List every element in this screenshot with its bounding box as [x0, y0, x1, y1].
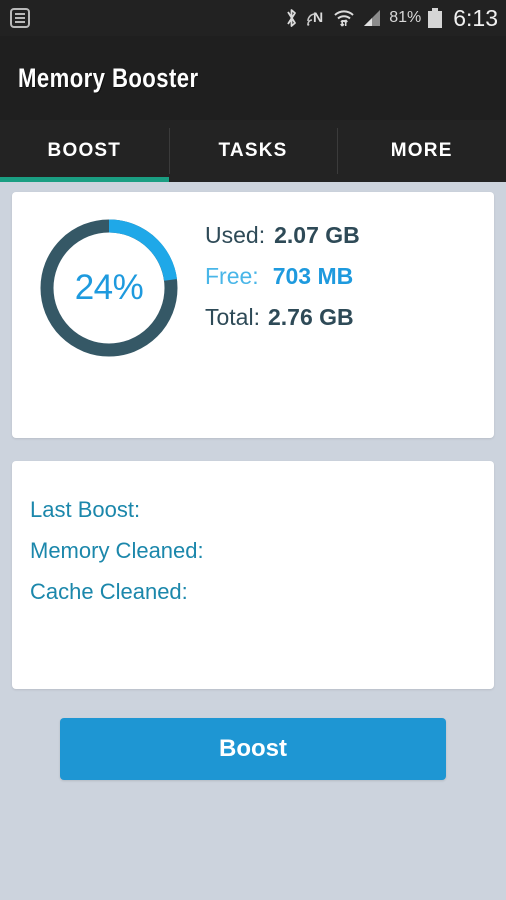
gauge-percent-label: 24% [74, 268, 144, 307]
status-bar-left [0, 8, 30, 28]
stat-row-memory-cleaned: Memory Cleaned: [30, 530, 460, 571]
memory-total-label: Total: [205, 304, 260, 330]
tab-boost-label: BOOST [47, 140, 122, 161]
tab-boost[interactable]: BOOST [0, 120, 169, 182]
memory-cleaned-label: Memory Cleaned: [30, 537, 204, 563]
tab-more[interactable]: MORE [337, 120, 506, 182]
memory-row-used: Used: 2.07 GB [205, 222, 485, 263]
memory-used-value: 2.07 GB [274, 222, 360, 248]
svg-text:N: N [313, 9, 323, 25]
stat-row-last-boost: Last Boost: [30, 489, 460, 530]
memory-total-value: 2.76 GB [267, 304, 354, 330]
cache-cleaned-label: Cache Cleaned: [30, 578, 188, 604]
boost-history-list: Last Boost: Memory Cleaned: Cache Cleane… [30, 489, 460, 612]
boost-button[interactable]: Boost [60, 718, 446, 780]
status-bar-clock: 6:13 [453, 4, 498, 31]
battery-icon [428, 8, 443, 28]
last-boost-label: Last Boost: [30, 496, 141, 522]
nfc-icon: N [307, 9, 323, 26]
memory-row-total: Total: 2.76 GB [205, 304, 485, 345]
bluetooth-icon [287, 9, 297, 27]
memory-free-label: Free: [205, 263, 259, 289]
app-root: N 81% 6:13 Memory Booster BOOST TASKS MO… [0, 0, 506, 900]
tab-bar: BOOST TASKS MORE [0, 120, 506, 182]
status-bar: N 81% 6:13 [0, 0, 506, 36]
memory-row-free: Free: 703 MB [205, 263, 485, 304]
tab-tasks[interactable]: TASKS [168, 120, 338, 182]
memory-stats-list: Used: 2.07 GB Free: 703 MB Total: 2.76 G… [205, 222, 485, 345]
app-header: Memory Booster [0, 36, 506, 120]
stat-row-cache-cleaned: Cache Cleaned: [30, 571, 460, 612]
page-title: Memory Booster [18, 62, 199, 93]
cellular-signal-icon [364, 10, 381, 26]
battery-percent-label: 81% [389, 9, 422, 26]
tab-more-label: MORE [390, 140, 453, 161]
list-notification-icon [10, 8, 30, 28]
status-bar-right: N 81% 6:13 [284, 5, 506, 32]
memory-free-value: 703 MB [272, 263, 354, 289]
memory-usage-gauge: 24% [34, 213, 184, 363]
memory-used-label: Used: [205, 222, 266, 248]
tab-active-indicator [0, 177, 169, 182]
tab-tasks-label: TASKS [218, 140, 288, 161]
wifi-icon [334, 10, 354, 27]
